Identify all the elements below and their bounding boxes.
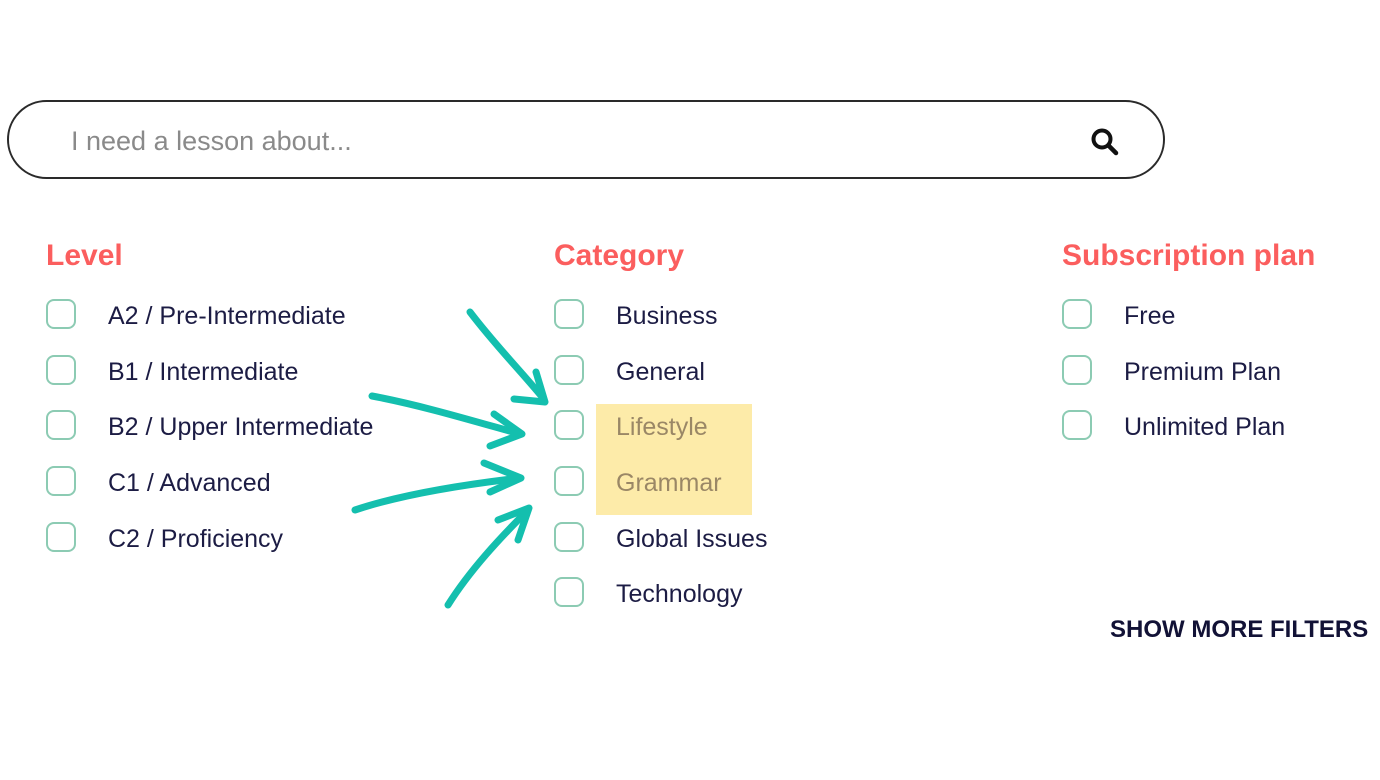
category-option-grammar[interactable]: Grammar [554, 466, 722, 522]
level-option-b2[interactable]: B2 / Upper Intermediate [46, 410, 373, 466]
arrow-icon [444, 504, 533, 609]
option-label: C1 / Advanced [108, 469, 271, 498]
option-label: A2 / Pre-Intermediate [108, 302, 346, 330]
level-option-c2[interactable]: C2 / Proficiency [46, 521, 283, 578]
subscription-filter-group: Subscription plan Free Premium Plan Unli… [1062, 236, 1315, 466]
category-option-technology[interactable]: Technology [554, 577, 742, 633]
checkbox[interactable] [46, 299, 76, 329]
category-option-business[interactable]: Business [554, 299, 717, 355]
checkbox[interactable] [554, 354, 584, 385]
option-label: Business [616, 302, 718, 330]
option-label: Lifestyle [616, 413, 708, 442]
subscription-option-free[interactable]: Free [1062, 299, 1315, 355]
checkbox[interactable] [1062, 410, 1092, 441]
show-more-filters-link[interactable]: SHOW MORE FILTERS [1110, 616, 1368, 644]
option-label: C2 / Proficiency [108, 524, 284, 553]
option-label: Global Issues [616, 524, 768, 553]
option-label: Unlimited Plan [1124, 413, 1286, 442]
option-label: General [616, 357, 705, 386]
option-label: Grammar [616, 469, 722, 498]
checkbox[interactable] [1062, 354, 1092, 385]
level-option-c1[interactable]: C1 / Advanced [46, 466, 271, 522]
checkbox[interactable] [46, 521, 76, 552]
search-bar [7, 100, 1165, 179]
search-button[interactable] [1087, 124, 1123, 160]
checkbox[interactable] [46, 354, 76, 385]
checkbox[interactable] [554, 410, 584, 441]
level-option-a2[interactable]: A2 / Pre-Intermediate [46, 299, 346, 355]
checkbox[interactable] [554, 521, 584, 552]
checkbox[interactable] [1062, 299, 1092, 329]
category-option-global-issues[interactable]: Global Issues [554, 521, 767, 578]
category-heading: Category [554, 239, 685, 272]
checkbox[interactable] [46, 466, 76, 497]
level-heading: Level [46, 239, 123, 272]
level-filter-group: Level A2 / Pre-Intermediate B1 / Interme… [46, 236, 373, 578]
checkbox[interactable] [46, 410, 76, 441]
arrow-icon [368, 392, 526, 450]
search-icon [1091, 128, 1119, 156]
subscription-option-premium[interactable]: Premium Plan [1062, 354, 1315, 411]
option-label: Free [1124, 302, 1176, 330]
checkbox[interactable] [554, 466, 584, 497]
level-option-b1[interactable]: B1 / Intermediate [46, 354, 298, 411]
category-filter-group: Category Business General Lifestyle Gram… [554, 236, 767, 633]
option-label: B1 / Intermediate [108, 357, 299, 386]
option-label: B2 / Upper Intermediate [108, 413, 374, 442]
arrow-icon [351, 459, 525, 514]
checkbox[interactable] [554, 299, 584, 329]
checkbox[interactable] [554, 577, 584, 608]
search-input[interactable] [69, 120, 1033, 162]
option-label: Technology [616, 580, 743, 609]
subscription-heading: Subscription plan [1062, 239, 1316, 272]
subscription-option-unlimited[interactable]: Unlimited Plan [1062, 410, 1315, 466]
option-label: Premium Plan [1124, 357, 1281, 386]
category-option-lifestyle[interactable]: Lifestyle [554, 410, 708, 466]
arrow-icon [466, 308, 549, 406]
category-option-general[interactable]: General [554, 354, 705, 411]
